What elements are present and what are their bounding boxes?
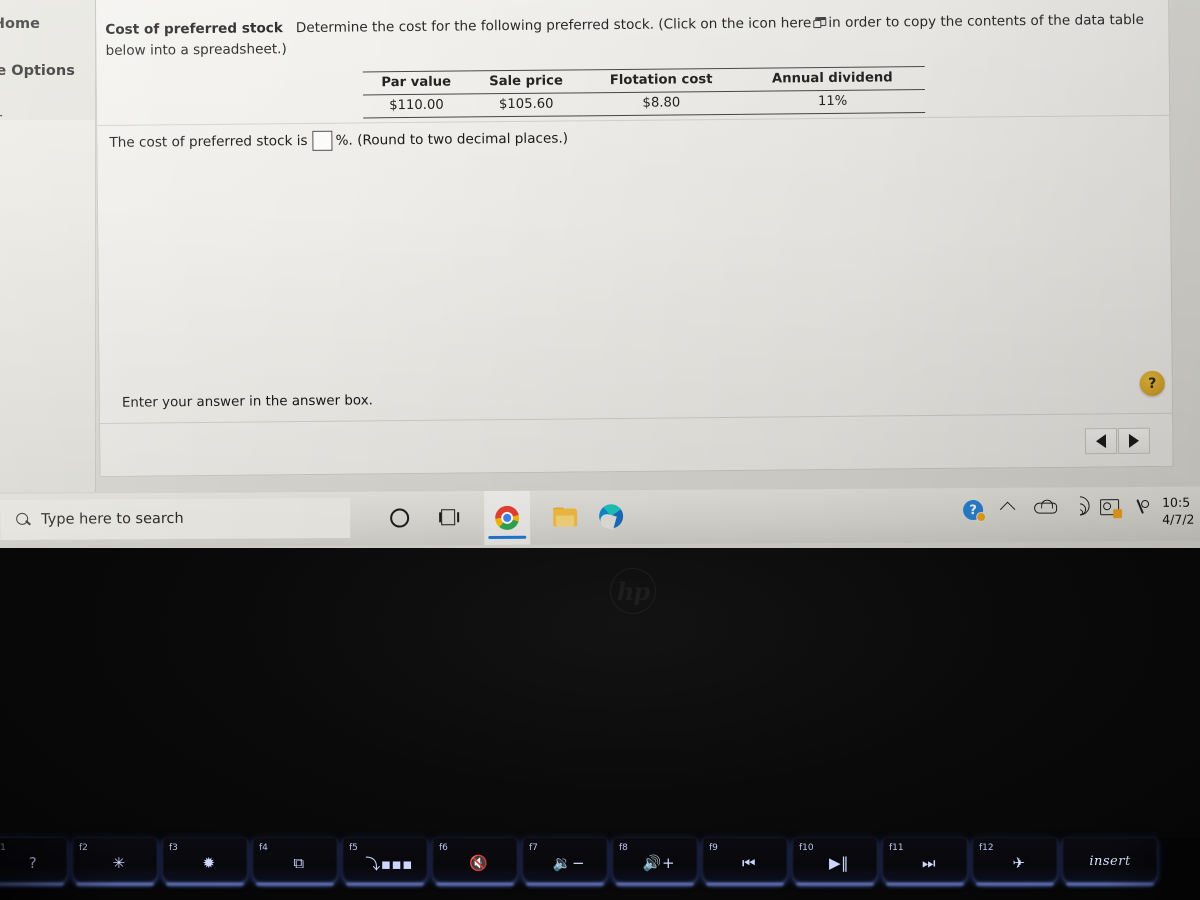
- key-f10-play-pause[interactable]: f10 ▶‖: [792, 838, 878, 884]
- search-icon: [16, 512, 31, 527]
- help-button[interactable]: ?: [1139, 370, 1165, 396]
- answer-suffix-label: %. (Round to two decimal places.): [335, 130, 569, 149]
- cell-sale-price: $105.60: [469, 92, 583, 117]
- clock-time: 10:5: [1162, 494, 1191, 510]
- key-f9-previous-track[interactable]: f9 ⏮: [702, 838, 788, 884]
- answer-prefix-label: The cost of preferred stock is: [109, 132, 308, 151]
- wifi-icon[interactable]: [1066, 492, 1094, 520]
- key-f3-brightness-up-glyph: ✹: [202, 854, 216, 872]
- hp-logo: hp: [610, 568, 656, 614]
- key-f4-project-display[interactable]: f4 ⧉: [252, 838, 338, 884]
- onedrive-cloud-icon[interactable]: [1034, 499, 1058, 514]
- clock-date: 4/7/2: [1162, 511, 1195, 527]
- key-f4-project-display-label: f4: [259, 843, 268, 853]
- key-f8-volume-up[interactable]: f8 🔊+: [612, 838, 698, 884]
- windows-taskbar: Type here to search ? 10:5 4/7/2: [0, 486, 1200, 548]
- previous-question-button[interactable]: [1084, 428, 1118, 455]
- sidebar-item-calendar[interactable]: dar: [0, 111, 95, 127]
- key-f12-airplane-mode-label: f12: [979, 843, 994, 853]
- key-f11-next-track[interactable]: f11 ⏭: [882, 838, 968, 884]
- key-f6-mute-label: f6: [439, 843, 448, 853]
- key-f12-airplane-mode-glyph: ✈: [1012, 854, 1026, 872]
- key-f12-airplane-mode[interactable]: f12 ✈: [972, 838, 1058, 884]
- key-insert-glyph: insert: [1089, 853, 1131, 869]
- column-header-sale-price: Sale price: [469, 69, 583, 94]
- chrome-icon[interactable]: [483, 490, 531, 546]
- key-f2-brightness-down[interactable]: f2 ✳: [72, 838, 158, 884]
- key-f9-previous-track-label: f9: [709, 843, 718, 853]
- key-f7-volume-down[interactable]: f7 🔉−: [522, 838, 608, 884]
- key-f7-volume-down-glyph: 🔉−: [552, 854, 586, 872]
- key-f6-mute[interactable]: f6 🔇: [432, 838, 518, 884]
- data-table: Par value Sale price Flotation cost Annu…: [362, 66, 926, 118]
- task-view-icon[interactable]: [432, 500, 466, 534]
- sidebar-item-purchase-options[interactable]: ase Options: [0, 63, 95, 79]
- next-question-button[interactable]: [1117, 427, 1151, 454]
- pagination-controls: [1084, 427, 1151, 455]
- key-f5-keyboard-backlight-label: f5: [349, 843, 358, 853]
- key-f11-next-track-glyph: ⏭: [921, 854, 936, 872]
- chevron-right-icon: [1128, 433, 1140, 448]
- screenshot-root: e Home ase Options dar Cost of preferred…: [0, 0, 1200, 900]
- key-f8-volume-up-glyph: 🔊+: [642, 854, 676, 872]
- column-header-annual-dividend: Annual dividend: [739, 66, 925, 92]
- key-f11-next-track-label: f11: [889, 843, 904, 853]
- copy-to-spreadsheet-icon[interactable]: [813, 16, 827, 28]
- key-f1-help-label: f1: [0, 843, 6, 853]
- taskbar-search[interactable]: Type here to search: [0, 497, 351, 540]
- keyboard-function-row: f1? f2 ✳ f3 ✹ f4 ⧉ f5 ⤵▪▪▪ f6 🔇 f7 🔉− f8 🔊+ f9 ⏮ f10 ▶‖ f11…: [0, 838, 1200, 900]
- question-title: Cost of preferred stock: [105, 20, 283, 38]
- column-header-par-value: Par value: [362, 70, 470, 95]
- key-f5-keyboard-backlight[interactable]: f5 ⤵▪▪▪: [342, 838, 428, 884]
- key-f3-brightness-up-label: f3: [169, 843, 178, 853]
- chevron-up-icon[interactable]: [999, 500, 1016, 518]
- answer-input[interactable]: [312, 130, 333, 151]
- chevron-left-icon: [1095, 434, 1107, 449]
- key-f10-play-pause-glyph: ▶‖: [828, 854, 850, 872]
- cell-flotation-cost: $8.80: [582, 91, 741, 116]
- enter-answer-hint: Enter your answer in the answer box.: [121, 393, 373, 411]
- key-f9-previous-track-glyph: ⏮: [741, 854, 756, 872]
- section-divider-top: [97, 114, 1170, 126]
- question-prompt: Cost of preferred stock Determine the co…: [105, 10, 1165, 62]
- key-f1-help[interactable]: f1?: [0, 838, 68, 884]
- key-f2-brightness-down-glyph: ✳: [112, 854, 126, 872]
- key-insert[interactable]: insert: [1062, 838, 1158, 884]
- cell-par-value: $110.00: [362, 93, 470, 118]
- taskbar-clock[interactable]: 10:5 4/7/2: [1162, 494, 1195, 528]
- microsoft-edge-icon[interactable]: [594, 499, 628, 533]
- key-f5-keyboard-backlight-glyph: ⤵▪▪▪: [365, 854, 413, 873]
- key-f2-brightness-down-label: f2: [79, 843, 88, 853]
- key-f7-volume-down-label: f7: [529, 843, 538, 853]
- question-body-before-icon: Determine the cost for the following pre…: [295, 15, 812, 37]
- table-row: $110.00 $105.60 $8.80 11%: [362, 89, 926, 118]
- key-f1-help-glyph: ?: [28, 854, 38, 872]
- cortana-icon[interactable]: [382, 500, 416, 534]
- sidebar-item-course-home[interactable]: e Home: [0, 16, 95, 32]
- column-header-flotation-cost: Flotation cost: [582, 68, 740, 93]
- search-input[interactable]: Type here to search: [41, 511, 184, 528]
- key-f10-play-pause-label: f10: [799, 843, 814, 853]
- laptop-screen: e Home ase Options dar Cost of preferred…: [0, 0, 1200, 548]
- question-pane: Cost of preferred stock Determine the co…: [96, 0, 1173, 476]
- answer-line: The cost of preferred stock is %. (Round…: [109, 128, 568, 152]
- course-sidebar: e Home ase Options dar: [0, 0, 96, 492]
- question-pane-surface: Cost of preferred stock Determine the co…: [96, 0, 1173, 476]
- section-divider-bottom: [100, 412, 1173, 424]
- cell-annual-dividend: 11%: [739, 89, 926, 115]
- key-f6-mute-glyph: 🔇: [469, 854, 489, 872]
- file-explorer-icon[interactable]: [548, 499, 582, 533]
- key-f4-project-display-glyph: ⧉: [293, 854, 305, 872]
- help-badge-icon[interactable]: ?: [963, 499, 987, 523]
- key-f8-volume-up-label: f8: [619, 843, 628, 853]
- pen-icon[interactable]: [1134, 499, 1150, 516]
- display-settings-icon[interactable]: [1100, 499, 1123, 519]
- key-f3-brightness-up[interactable]: f3 ✹: [162, 838, 248, 884]
- sidebar-background: [0, 120, 95, 492]
- help-badge-glyph: ?: [963, 499, 987, 523]
